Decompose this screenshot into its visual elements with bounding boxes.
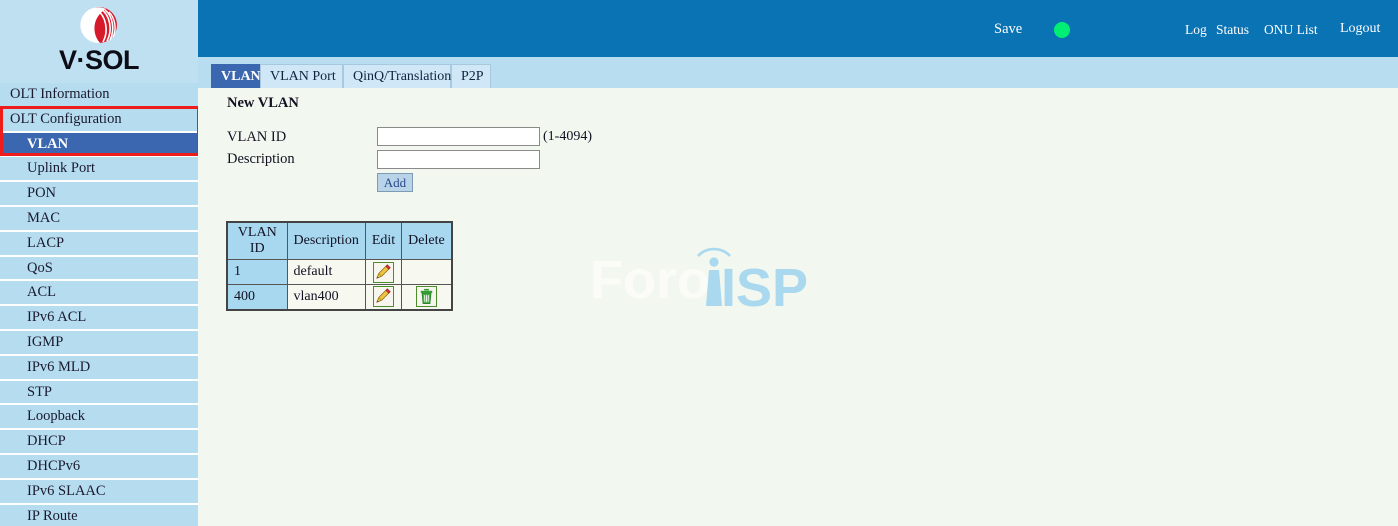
save-button[interactable]: Save bbox=[994, 21, 1022, 38]
svg-text:Foro: Foro bbox=[590, 250, 710, 310]
vlan-table-head: VLAN ID Description Edit Delete bbox=[226, 221, 453, 260]
vlan-table-body: 1 default 400 vlan400 bbox=[226, 259, 453, 310]
sidebar-item-igmp[interactable]: IGMP bbox=[0, 330, 198, 354]
cell-description: vlan400 bbox=[286, 284, 366, 310]
header-link-log[interactable]: Log bbox=[1185, 22, 1207, 38]
sidebar-item-dhcpv6[interactable]: DHCPv6 bbox=[0, 454, 198, 478]
description-label: Description bbox=[227, 151, 295, 167]
sidebar-item-olt-information[interactable]: OLT Information bbox=[0, 83, 198, 106]
sidebar-item-stp[interactable]: STP bbox=[0, 380, 198, 404]
sidebar-item-uplink-port[interactable]: Uplink Port bbox=[0, 157, 198, 181]
sidebar-item-pon[interactable]: PON bbox=[0, 182, 198, 205]
tab-vlan[interactable]: VLAN bbox=[211, 64, 261, 88]
sidebar-item-olt-configuration[interactable]: OLT Configuration bbox=[0, 107, 198, 131]
column-header-vlan-id: VLAN ID bbox=[226, 221, 288, 260]
sidebar-item-vlan[interactable]: VLAN bbox=[0, 132, 198, 156]
vsol-wordmark: V·SOL bbox=[59, 45, 140, 75]
sidebar-item-loopback[interactable]: Loopback bbox=[0, 405, 198, 429]
tab-qinq-translation[interactable]: QinQ/Translation bbox=[343, 64, 451, 88]
svg-text:V·SOL: V·SOL bbox=[59, 45, 139, 75]
sidebar-item-ipv6-mld[interactable]: IPv6 MLD bbox=[0, 355, 198, 379]
header-link-logout[interactable]: Logout bbox=[1340, 21, 1380, 37]
header-link-onu-list[interactable]: ONU List bbox=[1264, 22, 1318, 38]
olt-web-ui: V·SOL OLT Information OLT Configuration VL… bbox=[0, 0, 1398, 526]
foroisp-watermark: Foro ISP bbox=[590, 247, 808, 316]
cell-edit-action[interactable] bbox=[364, 259, 403, 285]
status-indicator-green-icon bbox=[1054, 22, 1070, 38]
cell-delete-action bbox=[401, 259, 453, 285]
sidebar-item-ipv6-slaac[interactable]: IPv6 SLAAC bbox=[0, 479, 198, 503]
tab-p2p[interactable]: P2P bbox=[451, 64, 491, 88]
table-row: 400 vlan400 bbox=[226, 284, 453, 310]
vsol-sphere-logo-icon bbox=[80, 7, 117, 44]
new-vlan-heading: New VLAN bbox=[227, 95, 299, 111]
column-header-delete: Delete bbox=[401, 221, 453, 260]
sidebar-item-acl[interactable]: ACL bbox=[0, 281, 198, 305]
vlan-table: VLAN ID Description Edit Delete 1 default… bbox=[226, 221, 453, 311]
sidebar-item-lacp[interactable]: LACP bbox=[0, 231, 198, 255]
sidebar-item-mac[interactable]: MAC bbox=[0, 206, 198, 230]
cell-description: default bbox=[286, 259, 366, 285]
delete-icon[interactable] bbox=[415, 286, 437, 308]
brand-logo: V·SOL bbox=[0, 0, 198, 83]
sidebar-item-qos[interactable]: QoS bbox=[0, 256, 198, 280]
main-content: Foro ISP New VLAN VLAN ID (1-4094) Descr… bbox=[198, 88, 1398, 526]
vlan-id-label: VLAN ID bbox=[227, 129, 287, 145]
column-header-description: Description bbox=[286, 221, 366, 260]
edit-icon[interactable] bbox=[373, 286, 394, 308]
tab-vlan-port[interactable]: VLAN Port bbox=[260, 64, 343, 88]
vlan-id-range-hint: (1-4094) bbox=[543, 129, 592, 144]
sidebar-item-dhcp[interactable]: DHCP bbox=[0, 430, 198, 453]
column-header-edit: Edit bbox=[364, 221, 403, 260]
cell-vlan-id: 400 bbox=[226, 284, 288, 310]
tab-bar: VLAN VLAN Port QinQ/Translation P2P bbox=[198, 57, 1398, 88]
table-header-row: VLAN ID Description Edit Delete bbox=[226, 221, 453, 260]
description-input[interactable] bbox=[377, 150, 540, 169]
cell-vlan-id: 1 bbox=[226, 259, 288, 285]
table-row: 1 default bbox=[226, 259, 453, 285]
sidebar-nav: OLT Information OLT Configuration VLAN Upli… bbox=[0, 83, 198, 526]
sidebar-item-ipv6-acl[interactable]: IPv6 ACL bbox=[0, 306, 198, 329]
sidebar-item-ip-route[interactable]: IP Route bbox=[0, 504, 198, 526]
cell-edit-action[interactable] bbox=[364, 284, 403, 310]
header-link-status[interactable]: Status bbox=[1216, 22, 1249, 38]
svg-text:ISP: ISP bbox=[721, 258, 808, 316]
cell-delete-action[interactable] bbox=[401, 284, 453, 310]
vlan-id-input[interactable] bbox=[377, 127, 540, 146]
edit-icon[interactable] bbox=[373, 261, 394, 283]
sidebar: V·SOL OLT Information OLT Configuration VL… bbox=[0, 0, 198, 526]
add-vlan-button[interactable]: Add bbox=[377, 173, 413, 192]
top-header-bar: Save Log Status ONU List Logout bbox=[198, 0, 1398, 57]
